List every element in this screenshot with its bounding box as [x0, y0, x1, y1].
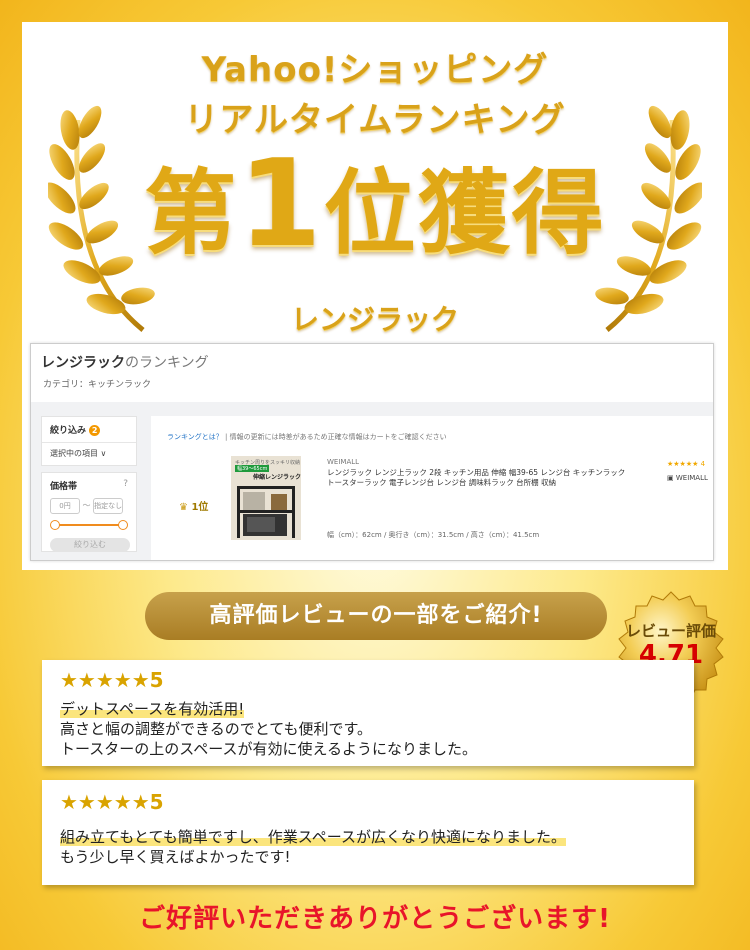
- thanks-message: ご好評いただきありがとうございます!: [139, 904, 611, 934]
- product-rating: ★★★★★ 4: [667, 460, 706, 468]
- store-icon: ▣: [667, 474, 674, 482]
- rank-suffix: 位獲得: [323, 160, 606, 267]
- rank-position: ♛ 1位: [179, 498, 208, 513]
- narrow-button[interactable]: 絞り込む: [50, 538, 130, 552]
- seller-name: WEIMALL: [675, 474, 708, 482]
- filter-label: 絞り込み: [50, 426, 87, 436]
- medal-label: レビュー評価: [625, 622, 716, 640]
- ranking-category-label: カテゴリ：キッチンラック: [43, 380, 152, 390]
- headline-realtime-ranking: リアルタイムランキング: [184, 100, 566, 140]
- crown-icon: ♛: [179, 502, 188, 513]
- review-line: 組み立てもとても簡単ですし、作業スペースが広くなり快適になりました。: [60, 826, 566, 847]
- price-min-input[interactable]: 0円: [50, 498, 80, 514]
- price-slider[interactable]: [50, 520, 128, 530]
- ranking-title: レンジラックのランキング: [41, 352, 209, 372]
- review-line: 高さと幅の調整ができるのでとても便利です。: [60, 720, 373, 738]
- ranking-title-rest: のランキング: [125, 355, 209, 371]
- slider-knob-max[interactable]: [118, 520, 128, 530]
- product-seller[interactable]: ▣ WEIMALL: [667, 474, 708, 482]
- price-max-input[interactable]: 指定なし: [93, 498, 124, 514]
- review-card: ★★★★★5 組み立てもとても簡単ですし、作業スペースが広くなり快適になりました…: [42, 780, 694, 885]
- rank-prefix: 第: [144, 160, 239, 267]
- ranking-title-bold: レンジラック: [41, 355, 125, 371]
- filter-sidebar: 絞り込み 2 選択中の項目 ∨ 価格帯 ? 0円 〜 指定なし 絞り込む: [41, 416, 137, 560]
- filter-box: 絞り込み 2 選択中の項目 ∨: [41, 416, 137, 466]
- slider-knob-min[interactable]: [50, 520, 60, 530]
- review-stars: ★★★★★5: [60, 790, 164, 814]
- ranking-card: ランキングとは？ | 情報の更新には時差があるため正確な情報はカートをご確認くだ…: [151, 416, 713, 560]
- review-card: ★★★★★5 デットスペースを有効活用! 高さと幅の調整ができるのでとても便利で…: [42, 660, 694, 766]
- review-banner: 高評価レビューの一部をご紹介!: [145, 592, 607, 640]
- headline-category: レンジラック: [290, 303, 459, 336]
- headline-yahoo-shopping: Yahoo!ショッピング: [201, 50, 549, 90]
- filter-select[interactable]: 選択中の項目 ∨: [42, 442, 136, 459]
- ranking-note-text: | 情報の更新には時差があるため正確な情報はカートをご確認ください: [225, 433, 447, 441]
- product-store: WEIMALL: [327, 458, 360, 466]
- ranking-info-link[interactable]: ランキングとは？: [167, 433, 223, 441]
- price-tilde: 〜: [82, 501, 91, 510]
- product-name-link[interactable]: レンジラック レンジ上ラック 2段 キッチン用品 伸縮 幅39-65 レンジ台 …: [327, 468, 627, 488]
- review-stars: ★★★★★5: [60, 668, 164, 692]
- filter-count-badge: 2: [89, 425, 101, 436]
- review-line: トースターの上のスペースが有効に使えるようになりました。: [60, 740, 478, 758]
- review-highlight: 組み立てもとても簡単ですし、作業スペースが広くなり快適になりました。: [60, 828, 566, 846]
- help-icon[interactable]: ?: [123, 479, 128, 489]
- review-line: もう少し早く買えばよかったです!: [60, 848, 291, 866]
- ranking-screenshot: レンジラックのランキング カテゴリ：キッチンラック 絞り込み 2 選択中の項目 …: [30, 343, 714, 561]
- headline-first-place: 第1位獲得: [0, 145, 750, 269]
- product-size: 幅（cm）：62cm / 奥行き（cm）：31.5cm / 高さ（cm）：41.…: [327, 531, 540, 539]
- range-rack-illustration: [237, 486, 295, 538]
- ranking-note: ランキングとは？ | 情報の更新には時差があるため正確な情報はカートをご確認くだ…: [167, 432, 447, 442]
- rank-number: 1: [238, 135, 324, 274]
- product-thumbnail[interactable]: キッチン周りをスッキリ収納 幅39〜65cm 伸縮レンジラック: [231, 456, 301, 540]
- review-highlight: デットスペースを有効活用!: [60, 700, 245, 718]
- price-filter-box: 価格帯 ? 0円 〜 指定なし 絞り込む: [41, 472, 137, 552]
- rank-position-text: 1位: [191, 502, 209, 513]
- ranking-body: 絞り込み 2 選択中の項目 ∨ 価格帯 ? 0円 〜 指定なし 絞り込む ランキ: [31, 402, 713, 560]
- price-label: 価格帯: [50, 482, 78, 492]
- review-line: デットスペースを有効活用!: [60, 698, 245, 719]
